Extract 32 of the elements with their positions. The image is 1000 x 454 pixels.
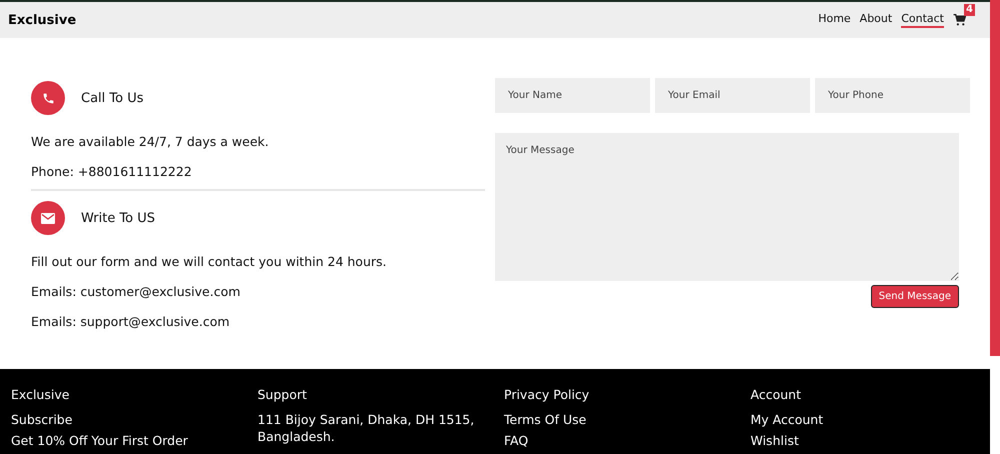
scrollbar-thumb[interactable]: [990, 0, 1000, 356]
info-text: Fill out our form and we will contact you within 24 hours.: [31, 254, 388, 269]
info-text: Emails: support@exclusive.com: [31, 314, 231, 329]
info-text: Emails: customer@exclusive.com: [31, 284, 242, 299]
footer-link[interactable]: FAQ: [504, 432, 724, 450]
footer-link[interactable]: 111 Bijoy Sarani, Dhaka, DH 1515, Bangladesh.: [258, 412, 478, 446]
section-title: Call To Us: [81, 90, 144, 106]
footer-heading: Support: [258, 387, 308, 402]
mail-icon: [41, 212, 55, 224]
info-text: We are available 24/7, 7 days a week.: [31, 134, 270, 149]
footer-link[interactable]: My Account: [750, 412, 970, 429]
message-field[interactable]: Your Message: [495, 133, 959, 281]
footer-link[interactable]: Wishlist: [750, 432, 970, 450]
input-field[interactable]: Your Name: [495, 78, 650, 113]
footer-link[interactable]: Subscribe: [11, 412, 231, 429]
cart-icon[interactable]: [953, 14, 966, 26]
footer-link[interactable]: Get 10% Off Your First Order: [11, 432, 231, 450]
brand-logo[interactable]: Exclusive: [8, 12, 76, 28]
footer-link[interactable]: Terms Of Use: [504, 412, 724, 429]
nav-link[interactable]: About: [860, 12, 892, 28]
section-title: Write To US: [81, 210, 156, 226]
nav-link[interactable]: Home: [818, 12, 851, 28]
cart-count-badge: 4: [964, 4, 975, 16]
send-message-button[interactable]: Send Message: [870, 285, 959, 308]
input-field[interactable]: Your Phone: [815, 78, 970, 113]
footer-heading: Exclusive: [11, 387, 70, 402]
input-field[interactable]: Your Email: [655, 78, 810, 113]
info-text: Phone: +8801611112222: [31, 164, 193, 179]
nav-link[interactable]: Contact: [901, 12, 944, 28]
footer-heading: Privacy Policy: [504, 387, 590, 402]
footer-heading: Account: [750, 387, 802, 402]
phone-icon: [42, 92, 54, 104]
